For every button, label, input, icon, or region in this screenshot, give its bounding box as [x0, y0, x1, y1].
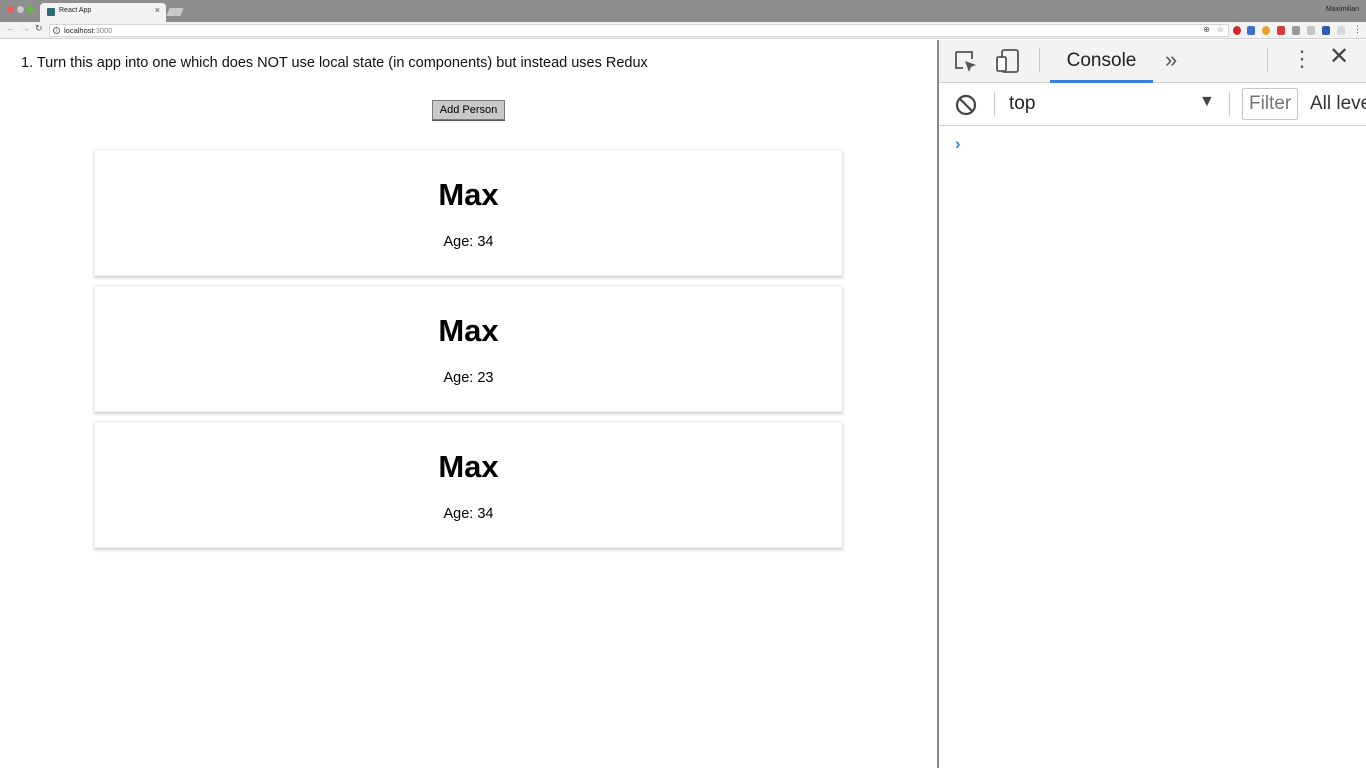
- person-name: Max: [438, 177, 499, 212]
- person-age: Age: 34: [443, 234, 494, 250]
- profile-name[interactable]: Maximilian: [1326, 6, 1359, 13]
- page-content: 1. Turn this app into one which does NOT…: [0, 40, 937, 768]
- device-toolbar-icon[interactable]: [995, 48, 1021, 74]
- window-close-button[interactable]: [7, 6, 14, 13]
- tab-title: React App: [59, 7, 92, 14]
- browser-tab-bar: React App × Maximilian: [0, 0, 1366, 22]
- extension-icon[interactable]: [1337, 26, 1345, 35]
- toolbar-divider: [1229, 92, 1230, 116]
- inspect-element-icon[interactable]: [954, 50, 978, 74]
- back-arrow-icon[interactable]: ←: [6, 24, 15, 33]
- person-card[interactable]: Max Age: 34: [94, 421, 843, 548]
- console-filter-bar: top ▼ All levels: [939, 84, 1366, 126]
- reload-icon[interactable]: ↻: [35, 24, 43, 33]
- devtools-panel: Console » ⋮ ✕ top ▼ All levels ›: [937, 40, 1366, 768]
- more-tabs-icon[interactable]: »: [1165, 47, 1177, 73]
- tab-console[interactable]: Console: [1050, 40, 1153, 83]
- devtools-tab-bar: Console » ⋮ ✕: [939, 40, 1366, 83]
- person-card[interactable]: Max Age: 23: [94, 285, 843, 412]
- context-selector[interactable]: top: [1009, 93, 1035, 115]
- dropdown-arrow-icon[interactable]: ▼: [1199, 93, 1215, 111]
- extension-icon[interactable]: [1262, 26, 1270, 35]
- extension-icon[interactable]: [1307, 26, 1315, 35]
- site-info-icon[interactable]: i: [53, 27, 60, 34]
- extension-icon[interactable]: [1292, 26, 1300, 35]
- opera-extension-icon[interactable]: [1233, 26, 1241, 35]
- browser-tab-react-app[interactable]: React App ×: [40, 3, 166, 22]
- devtools-close-icon[interactable]: ✕: [1329, 45, 1349, 69]
- toolbar-divider: [994, 92, 995, 116]
- url-port: :3000: [93, 26, 113, 35]
- person-name: Max: [438, 449, 499, 484]
- console-filter-input[interactable]: [1242, 88, 1298, 120]
- address-bar[interactable]: i localhost:3000 ⊕ ☆: [49, 24, 1229, 37]
- tab-close-icon[interactable]: ×: [155, 6, 160, 15]
- toolbar-divider: [1039, 48, 1040, 72]
- url-text: localhost:3000: [64, 26, 112, 35]
- url-host: localhost: [64, 26, 94, 35]
- zoom-icon[interactable]: ⊕: [1203, 25, 1210, 34]
- person-age: Age: 23: [443, 370, 494, 386]
- log-levels-dropdown[interactable]: All levels: [1310, 93, 1366, 115]
- devtools-menu-icon[interactable]: ⋮: [1291, 48, 1313, 70]
- window-minimize-button[interactable]: [17, 6, 24, 13]
- console-prompt-icon[interactable]: ›: [955, 134, 961, 154]
- bookmark-star-icon[interactable]: ☆: [1217, 25, 1224, 34]
- react-favicon-icon: [47, 8, 55, 16]
- window-maximize-button[interactable]: [27, 6, 34, 13]
- browser-menu-icon[interactable]: ⋮: [1353, 24, 1362, 35]
- new-tab-button[interactable]: [166, 8, 184, 16]
- browser-toolbar: ← → ↻ i localhost:3000 ⊕ ☆ ⋮: [0, 22, 1366, 39]
- person-name: Max: [438, 313, 499, 348]
- toolbar-divider: [1267, 48, 1268, 72]
- clear-console-icon[interactable]: [955, 94, 977, 116]
- person-age: Age: 34: [443, 506, 494, 522]
- extension-icon[interactable]: [1247, 26, 1255, 35]
- person-list: Max Age: 34 Max Age: 23 Max Age: 34: [94, 149, 843, 557]
- person-card[interactable]: Max Age: 34: [94, 149, 843, 276]
- forward-arrow-icon[interactable]: →: [21, 24, 30, 33]
- extension-icon[interactable]: [1277, 26, 1285, 35]
- add-person-button[interactable]: Add Person: [432, 100, 505, 120]
- instruction-text: 1. Turn this app into one which does NOT…: [21, 55, 648, 71]
- extension-icon[interactable]: [1322, 26, 1330, 35]
